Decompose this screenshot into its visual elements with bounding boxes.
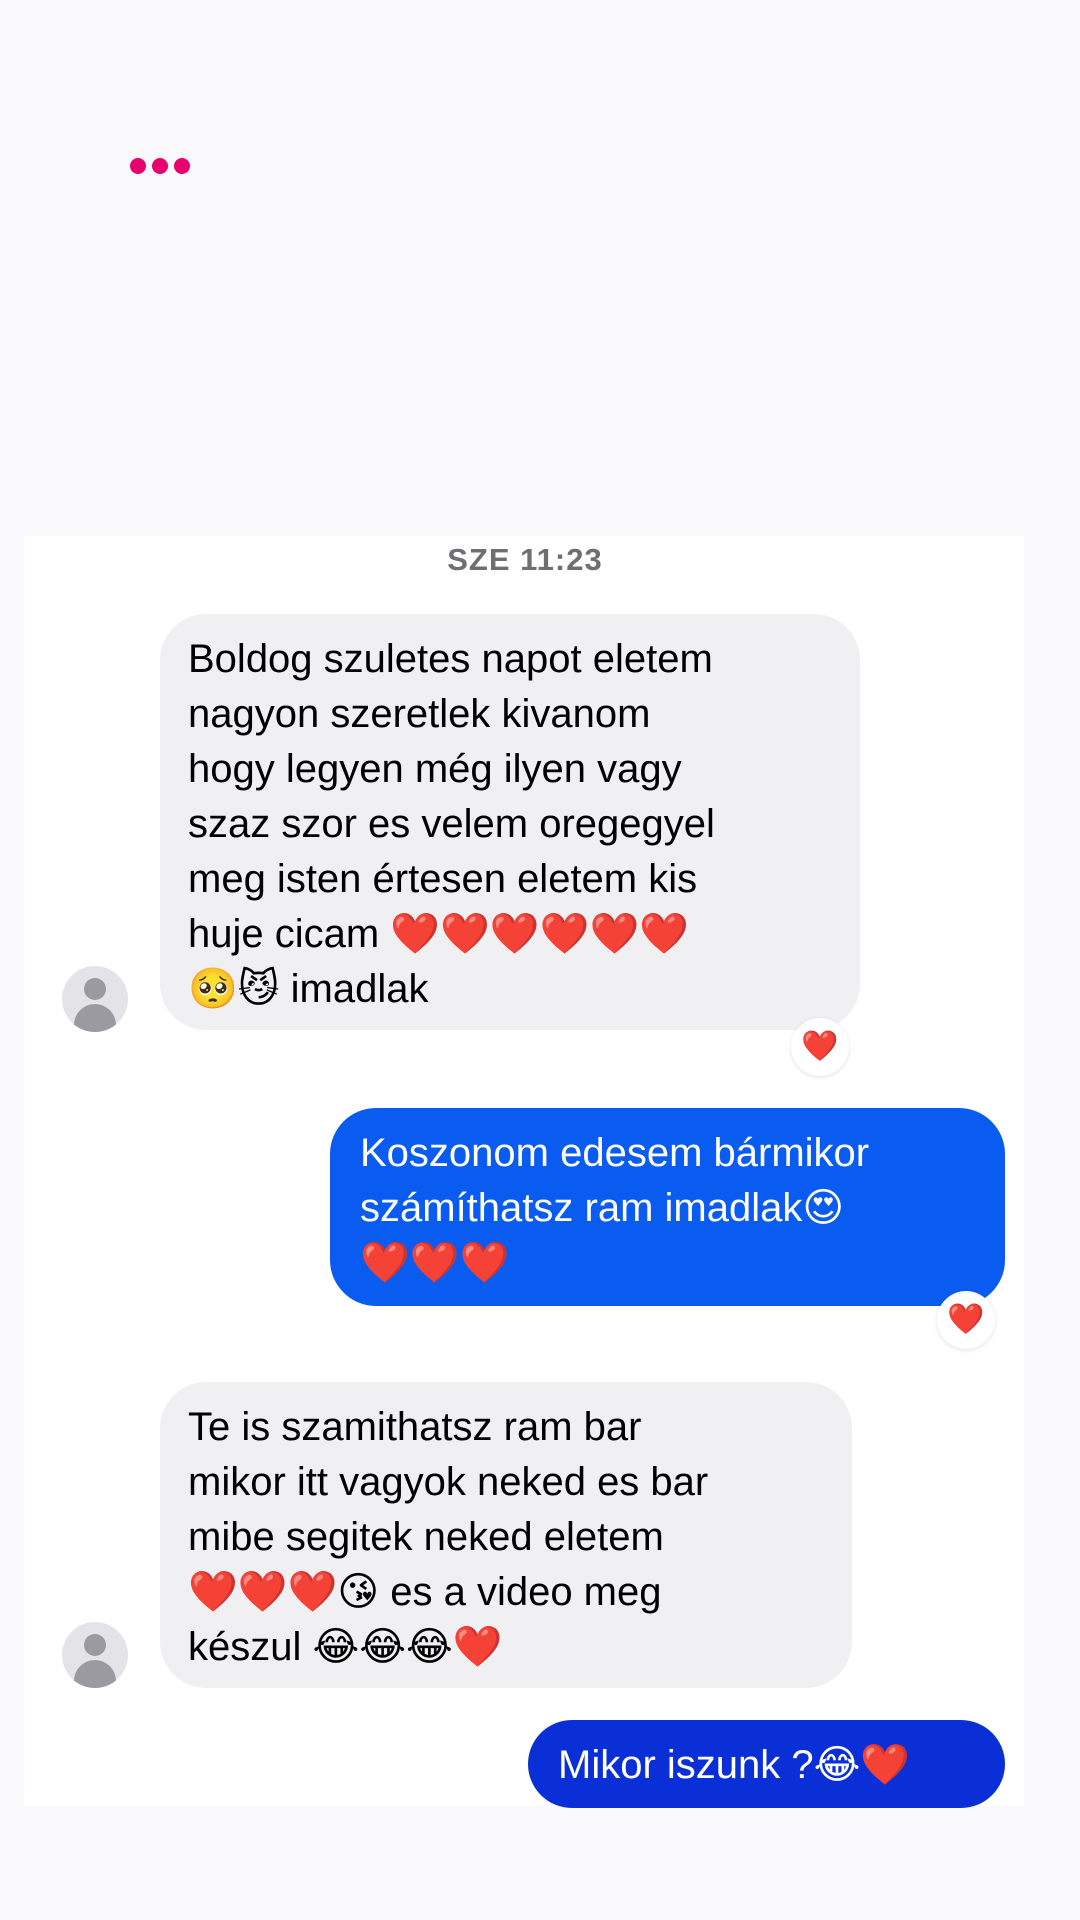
typing-dot (152, 158, 168, 174)
avatar-body-icon (74, 1004, 116, 1032)
thread-timestamp: SZE 11:23 (447, 542, 603, 577)
avatar-head-icon (84, 1634, 106, 1656)
contact-avatar[interactable] (62, 1622, 128, 1688)
typing-dot (130, 158, 146, 174)
typing-dot (174, 158, 190, 174)
message-bubble-outgoing[interactable]: Koszonom edesem bármikor számíthatsz ram… (330, 1108, 1005, 1306)
heart-reaction[interactable]: ❤️ (791, 1018, 849, 1076)
typing-indicator (130, 158, 190, 174)
message-bubble-incoming[interactable]: Te is szamithatsz ram bar mikor itt vagy… (160, 1382, 852, 1688)
avatar-body-icon (74, 1660, 116, 1688)
heart-reaction[interactable]: ❤️ (937, 1291, 995, 1349)
message-bubble-outgoing[interactable]: Mikor iszunk ?😂❤️ (528, 1720, 1005, 1808)
message-bubble-incoming[interactable]: Boldog szuletes napot eletem nagyon szer… (160, 614, 860, 1030)
contact-avatar[interactable] (62, 966, 128, 1032)
avatar-head-icon (84, 978, 106, 1000)
